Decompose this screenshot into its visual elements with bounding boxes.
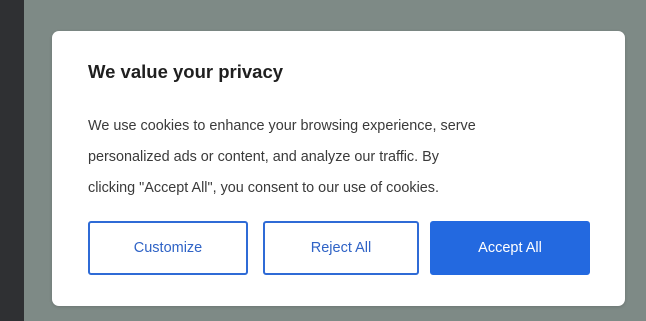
accept-all-button[interactable]: Accept All bbox=[430, 221, 590, 275]
dialog-title: We value your privacy bbox=[88, 61, 284, 82]
cookie-consent-dialog: We value your privacy We use cookies to … bbox=[52, 31, 625, 306]
reject-all-button[interactable]: Reject All bbox=[263, 221, 419, 275]
customize-button[interactable]: Customize bbox=[88, 221, 248, 275]
dialog-message: We use cookies to enhance your browsing … bbox=[88, 111, 608, 204]
dialog-message-line: clicking "Accept All", you consent to ou… bbox=[88, 180, 439, 196]
dialog-message-line: We use cookies to enhance your browsing … bbox=[88, 118, 476, 134]
dialog-message-line: personalized ads or content, and analyze… bbox=[88, 149, 439, 165]
